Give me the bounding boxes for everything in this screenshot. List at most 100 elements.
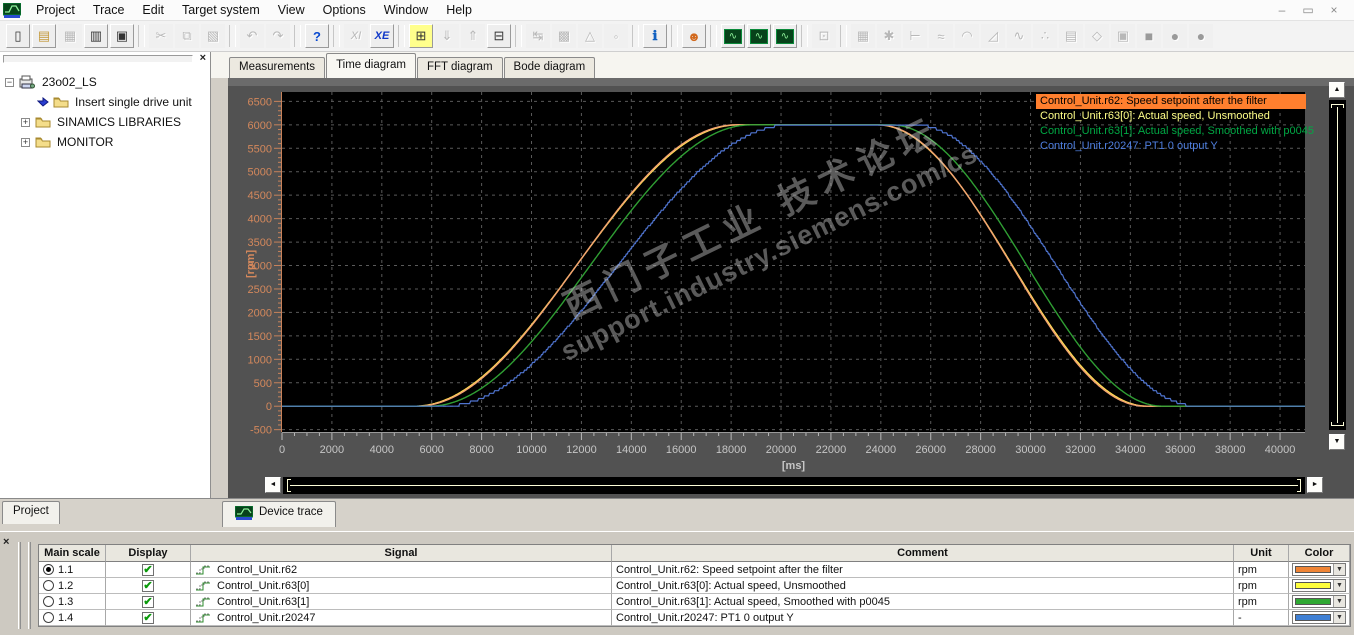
dock-grip[interactable] [18,542,21,629]
toolbar-cancel-external-button[interactable]: XE [370,24,394,48]
comment-cell[interactable]: Control_Unit.r63[0]: Actual speed, Unsmo… [612,578,1234,594]
tab-time-diagram[interactable]: Time diagram [326,53,416,78]
chart-hscrollbar[interactable] [283,477,1305,494]
menu-options[interactable]: Options [314,1,375,19]
toolbar-torque-limit-button: ▣ [1111,24,1135,48]
scroll-left-button[interactable]: ◄ [265,477,281,493]
tree-item-insert-single-drive-unit[interactable]: Insert single drive unit [0,92,210,112]
main-scale-radio[interactable] [43,612,54,623]
minimize-button[interactable]: – [1274,3,1290,17]
dropdown-arrow-icon[interactable]: ▼ [1333,596,1345,607]
legend-item-3[interactable]: Control_Unit.r20247: PT1 0 output Y [1036,139,1318,154]
tab-bode-diagram[interactable]: Bode diagram [503,57,596,78]
legend-item-2[interactable]: Control_Unit.r63[1]: Actual speed, Smoot… [1036,124,1318,139]
tab-device-trace[interactable]: Device trace [222,501,336,527]
toolbar-open-project-button[interactable]: ▤ [32,24,56,48]
signal-cell[interactable]: Control_Unit.r20247 [191,610,612,626]
close-icon[interactable]: × [3,536,9,548]
column-header-signal[interactable]: Signal [191,545,612,562]
column-header-main-scale[interactable]: Main scale [39,545,106,562]
toolbar-connect-target-button[interactable]: ⊞ [409,24,433,48]
signal-cell[interactable]: Control_Unit.r62 [191,562,612,578]
expand-icon[interactable]: + [21,137,30,147]
display-checkbox[interactable]: ✔ [142,579,154,592]
color-combo[interactable]: ▼ [1292,579,1346,592]
vscroll-handle-bottom[interactable] [1331,422,1344,426]
tree-item-23o02_LS[interactable]: − 23o02_LS [0,72,210,92]
comment-cell[interactable]: Control_Unit.r63[1]: Actual speed, Smoot… [612,594,1234,610]
toolbar-help-cursor-button[interactable]: ? [305,24,329,48]
menu-target-system[interactable]: Target system [173,1,269,19]
signal-cell[interactable]: Control_Unit.r63[0] [191,578,612,594]
toolbar-disconnect-target-button[interactable]: ⊟ [487,24,511,48]
scroll-up-button[interactable]: ▲ [1329,82,1345,98]
display-checkbox[interactable]: ✔ [142,563,154,576]
toolbar-print-button[interactable]: ▣ [110,24,134,48]
toolbar-save-and-compile-button[interactable]: ▥ [84,24,108,48]
toolbar-diagnostics-info-button[interactable]: ℹ [643,24,667,48]
menu-help[interactable]: Help [437,1,481,19]
tree-item-monitor[interactable]: + MONITOR [0,132,210,152]
configuration-icon: ✱ [883,28,895,43]
signal-table-panel: × Main scale Display Signal Comment Unit Colo… [0,531,1354,635]
svg-text:24000: 24000 [866,444,897,456]
expand-icon[interactable]: + [21,117,30,127]
color-combo[interactable]: ▼ [1292,595,1346,608]
toolbar-new-project-button[interactable]: ▯ [6,24,30,48]
chart-vscrollbar[interactable] [1329,100,1346,430]
tree-item-sinamics-libraries[interactable]: + SINAMICS LIBRARIES [0,112,210,132]
comment-cell[interactable]: Control_Unit.r62: Speed setpoint after t… [612,562,1234,578]
close-icon[interactable]: × [200,52,206,64]
scroll-right-button[interactable]: ► [1307,477,1323,493]
device-trace-label: Device trace [259,506,323,518]
close-button[interactable]: × [1326,3,1342,17]
panel-grip[interactable] [3,55,193,63]
tab-fft-diagram[interactable]: FFT diagram [416,57,503,78]
tab-measurements[interactable]: Measurements [229,57,326,78]
menu-view[interactable]: View [269,1,314,19]
main-scale-radio[interactable] [43,564,54,575]
vscroll-handle-top[interactable] [1331,104,1344,108]
toolbar-device-trace-button[interactable]: ∿ [721,24,745,48]
folder-icon [53,96,69,108]
svg-text:6000: 6000 [248,120,272,132]
toolbar-accessible-nodes-button[interactable]: ☻ [682,24,706,48]
toolbar-stop-circle-2-button: ● [1189,24,1213,48]
hscroll-handle-right[interactable] [1297,479,1301,492]
display-checkbox[interactable]: ✔ [142,611,154,624]
column-header-unit[interactable]: Unit [1234,545,1289,562]
main-scale-radio[interactable] [43,580,54,591]
signal-cell[interactable]: Control_Unit.r63[1] [191,594,612,610]
menu-window[interactable]: Window [375,1,437,19]
collapse-icon[interactable]: − [5,77,14,87]
svg-text:3500: 3500 [248,237,272,249]
column-header-display[interactable]: Display [106,545,191,562]
menu-project[interactable]: Project [27,1,84,19]
restore-button[interactable]: ▭ [1300,3,1316,17]
dropdown-arrow-icon[interactable]: ▼ [1333,564,1345,575]
legend-item-1[interactable]: Control_Unit.r63[0]: Actual speed, Unsmo… [1036,109,1318,124]
main-scale-cell: 1.4 [39,610,106,626]
tab-project[interactable]: Project [2,501,60,524]
signal-name: Control_Unit.r63[1] [217,595,310,608]
menu-trace[interactable]: Trace [84,1,134,19]
color-combo[interactable]: ▼ [1292,563,1346,576]
hscroll-handle-left[interactable] [287,479,291,492]
comment-cell[interactable]: Control_Unit.r20247: PT1 0 output Y [612,610,1234,626]
download-icon: ⇓ [441,28,453,43]
column-header-comment[interactable]: Comment [612,545,1234,562]
unit-cell: rpm [1234,594,1289,610]
display-checkbox[interactable]: ✔ [142,595,154,608]
toolbar-measuring-function-button[interactable]: ∿ [773,24,797,48]
legend-item-0[interactable]: Control_Unit.r62: Speed setpoint after t… [1036,94,1306,109]
menu-edit[interactable]: Edit [133,1,173,19]
dock-grip[interactable] [28,542,31,629]
color-combo[interactable]: ▼ [1292,611,1346,624]
scroll-down-button[interactable]: ▼ [1329,434,1345,450]
dropdown-arrow-icon[interactable]: ▼ [1333,612,1345,623]
folder-icon [35,136,51,148]
toolbar-function-generator-button[interactable]: ∿ [747,24,771,48]
column-header-color[interactable]: Color [1289,545,1350,562]
main-scale-radio[interactable] [43,596,54,607]
dropdown-arrow-icon[interactable]: ▼ [1333,580,1345,591]
